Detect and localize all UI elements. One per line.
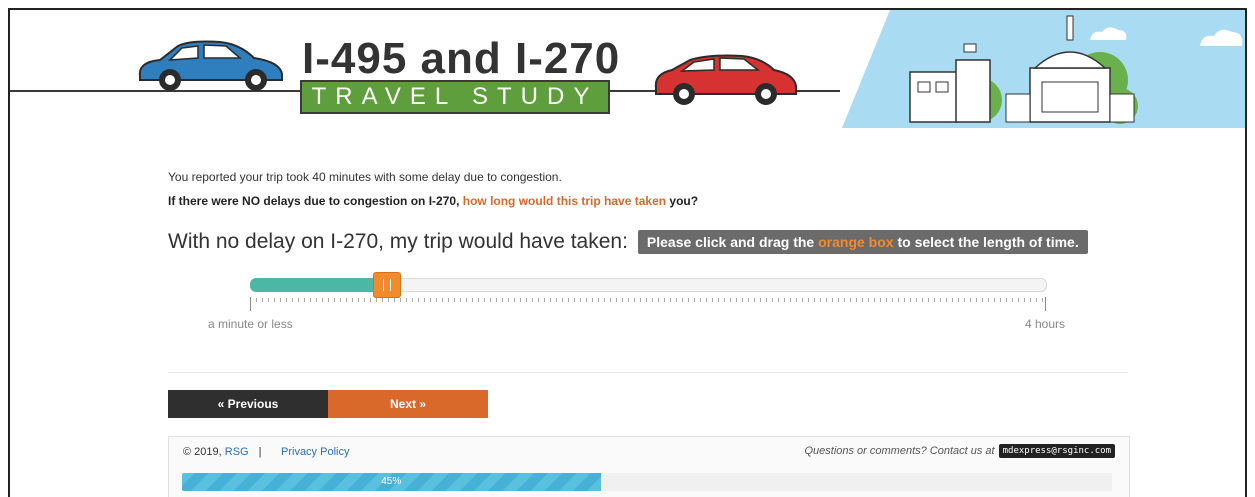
copyright-text: © 2019,: [183, 446, 222, 458]
progress-bar: 45%: [182, 473, 1112, 491]
slider-hint-badge: Please click and drag the orange box to …: [637, 230, 1088, 254]
rsg-link[interactable]: RSG: [225, 446, 249, 458]
contact-text: Questions or comments? Contact us at: [804, 445, 995, 457]
study-subtitle: TRAVEL STUDY: [300, 80, 610, 114]
question-main: If there were NO delays due to congestio…: [168, 194, 698, 208]
header-banner: I-495 and I-270 TRAVEL STUDY: [10, 10, 1245, 132]
privacy-policy-link[interactable]: Privacy Policy: [281, 446, 349, 458]
slider-prompt-row: With no delay on I-270, my trip would ha…: [168, 230, 1088, 254]
contact-email[interactable]: mdexpress@rsginc.com: [998, 444, 1115, 458]
divider: [168, 372, 1128, 373]
footer-separator: |: [258, 446, 262, 458]
slider-tick-start: [250, 297, 251, 311]
contact-info: Questions or comments? Contact us at mde…: [804, 444, 1115, 458]
slider-max-label: 4 hours: [1025, 317, 1066, 331]
capitol-skyline-icon: [842, 10, 1245, 128]
question-main-end: you?: [666, 194, 699, 208]
previous-button[interactable]: « Previous: [168, 390, 328, 418]
grip-icon: [383, 279, 392, 291]
question-intro: You reported your trip took 40 minutes w…: [168, 170, 562, 184]
copyright: © 2019, RSG |: [183, 446, 271, 458]
question-main-highlight: how long would this trip have taken: [462, 194, 667, 208]
slider-tick-end: [1045, 297, 1046, 311]
slider-ticks: [250, 298, 1046, 310]
blue-car-icon: [138, 40, 283, 91]
red-car-icon: [654, 54, 797, 105]
progress-fill: 45%: [182, 473, 601, 491]
question-main-text: If there were NO delays due to congestio…: [168, 194, 463, 208]
time-slider-handle[interactable]: [373, 272, 402, 298]
survey-page: I-495 and I-270 TRAVEL STUDY You reporte…: [8, 8, 1247, 497]
hint-text-end: to select the length of time.: [893, 234, 1079, 250]
slider-prompt: With no delay on I-270, my trip would ha…: [168, 230, 628, 253]
time-slider-fill: [250, 278, 382, 292]
hint-text: Please click and drag the: [646, 234, 819, 250]
footer: © 2019, RSG | Privacy Policy Questions or…: [168, 436, 1130, 497]
hint-highlight: orange box: [818, 234, 894, 250]
slider-min-label: a minute or less: [208, 317, 293, 331]
study-title: I-495 and I-270: [302, 34, 621, 83]
next-button[interactable]: Next »: [328, 390, 488, 418]
